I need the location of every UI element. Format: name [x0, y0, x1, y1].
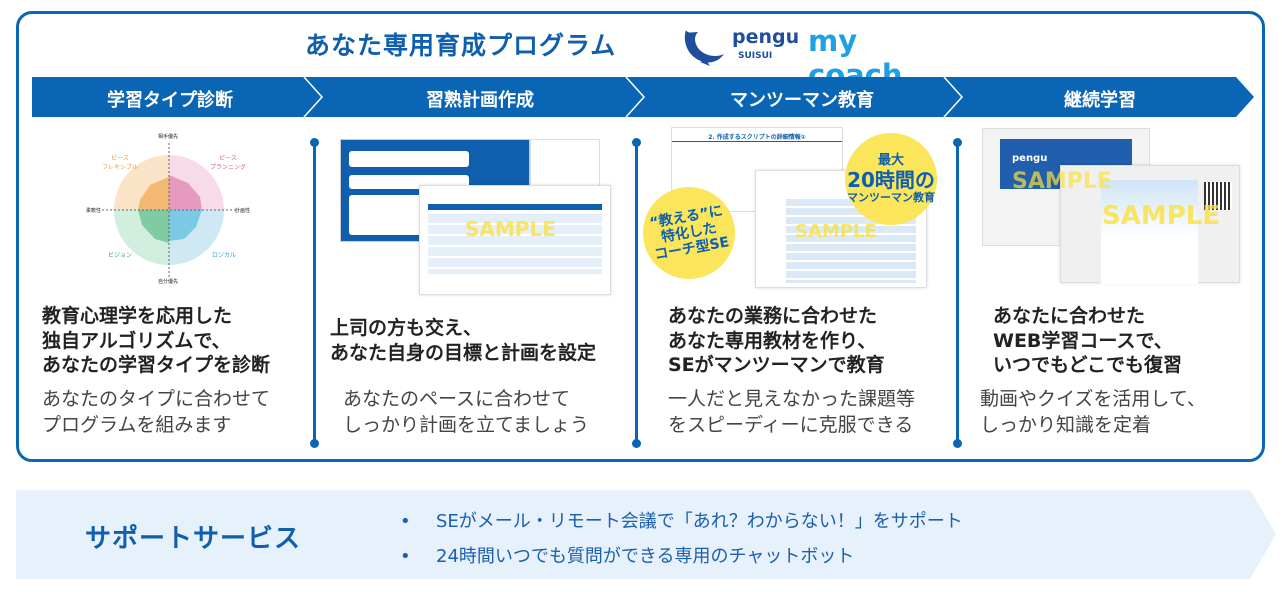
course-brand: pengu — [1012, 153, 1048, 164]
sample-watermark: SAMPLE — [1012, 169, 1112, 194]
axis-label-bottom: 自分優先 — [158, 279, 179, 285]
step-headline: あなたの業務に合わせた あなた専用教材を作り、 SEがマンツーマンで教育 — [668, 304, 885, 378]
bullet-text: SEがメール・リモート会議で「あれ？わからない！」をサポート — [436, 511, 963, 532]
bullet-text: 24時間いつでも質問ができる専用のチャットボット — [436, 546, 855, 567]
type-label-peace-planning: ピース プランニング — [210, 155, 247, 171]
step-description: 一人だと見えなかった課題等 をスピーディーに克服できる — [668, 387, 915, 438]
step-label-plan: 習熟計画作成 — [426, 90, 534, 111]
step-headline: 上司の方も交え、 あなた自身の目標と計画を設定 — [330, 316, 596, 365]
headline-line: あなたの業務に合わせた — [668, 305, 878, 327]
coaching-sample-image: 2. 作成するスクリプトの詳細情報① SAMPLE “教える”に 特化した コー… — [635, 125, 965, 295]
axis-label-right: 計画性 — [235, 208, 251, 214]
badge-line: 20時間の — [847, 167, 935, 192]
logo-sub: SUISUI — [738, 51, 773, 61]
step-headline: 教育心理学を応用した 独自アルゴリズムで、 あなたの学習タイプを診断 — [42, 304, 270, 378]
step-label-continuous: 継続学習 — [1064, 90, 1136, 111]
headline-line: SEがマンツーマンで教育 — [668, 354, 885, 376]
axis-label-top: 相手優先 — [158, 134, 179, 140]
step-label-coaching: マンツーマン教育 — [730, 90, 874, 111]
sample-watermark: SAMPLE — [1102, 201, 1221, 231]
dolphin-logo-icon — [684, 30, 724, 66]
headline-line: 教育心理学を応用した — [42, 305, 233, 327]
sample-watermark: SAMPLE — [465, 217, 556, 241]
bullet-icon: • — [400, 546, 411, 567]
description-line: 動画やクイズを活用して、 — [980, 388, 1206, 410]
step-headline: あなたに合わせた WEB学習コースで、 いつでもどこでも復習 — [993, 304, 1182, 378]
headline-line: あなた専用教材を作り、 — [668, 329, 877, 352]
step-description: あなたのペースに合わせて しっかり計画を立てましょう — [343, 387, 589, 438]
doc-title: 2. 作成するスクリプトの詳細情報① — [672, 132, 842, 142]
web-course-sample-image: pengu SAMPLE SAMPLE — [982, 125, 1252, 295]
bullet-icon: • — [400, 511, 411, 532]
step-description: あなたのタイプに合わせて プログラムを組みます — [42, 387, 270, 438]
column-divider — [953, 138, 962, 448]
plan-sample-image: SAMPLE — [335, 125, 615, 295]
column-divider — [632, 138, 641, 448]
description-line: をスピーディーに克服できる — [668, 413, 914, 436]
step-description: 動画やクイズを活用して、 しっかり知識を定着 — [980, 387, 1206, 438]
description-line: あなたのペースに合わせて — [343, 388, 571, 410]
description-line: しっかり計画を立てましょう — [343, 413, 590, 436]
type-label-peace-flexible: ピース フレキシブル — [102, 155, 139, 171]
step-label-diagnosis: 学習タイプ診断 — [107, 90, 233, 111]
type-label-logical: ロジカル — [212, 252, 237, 259]
sample-watermark: SAMPLE — [795, 221, 877, 242]
badge-line: マンツーマン教育 — [847, 190, 935, 204]
description-line: 一人だと見えなかった課題等 — [668, 388, 916, 410]
description-line: あなたのタイプに合わせて — [42, 388, 271, 410]
description-line: しっかり知識を定着 — [980, 413, 1152, 436]
headline-line: WEB学習コースで、 — [993, 329, 1173, 352]
type-label-vision: ビジョン — [108, 252, 133, 259]
brand-logo: pengu SUISUI my coach — [680, 24, 950, 92]
learning-type-chart-image: 相手優先 計画性 自分優先 柔軟性 ピース フレキシブル ピース プランニング … — [80, 125, 260, 295]
column-divider — [310, 138, 319, 448]
headline-line: 独自アルゴリズムで、 — [42, 329, 231, 352]
logo-brand: pengu — [732, 26, 800, 48]
support-title: サポートサービス — [85, 524, 302, 554]
page-title: あなた専用育成プログラム — [305, 31, 617, 60]
axis-label-left: 柔軟性 — [86, 208, 102, 214]
headline-line: いつでもどこでも復習 — [993, 354, 1183, 376]
support-bullet: • SEがメール・リモート会議で「あれ？わからない！」をサポート — [400, 507, 963, 533]
headline-line: 上司の方も交え、 — [330, 317, 483, 339]
max-hours-badge: 最大 20時間の マンツーマン教育 — [845, 133, 937, 225]
badge-line: 最大 — [877, 152, 904, 168]
support-bullet: • 24時間いつでも質問ができる専用のチャットボット — [400, 542, 854, 568]
headline-line: あなた自身の目標と計画を設定 — [330, 341, 597, 364]
headline-line: あなたの学習タイプを診断 — [42, 354, 271, 376]
description-line: プログラムを組みます — [42, 413, 232, 436]
headline-line: あなたに合わせた — [993, 305, 1146, 327]
